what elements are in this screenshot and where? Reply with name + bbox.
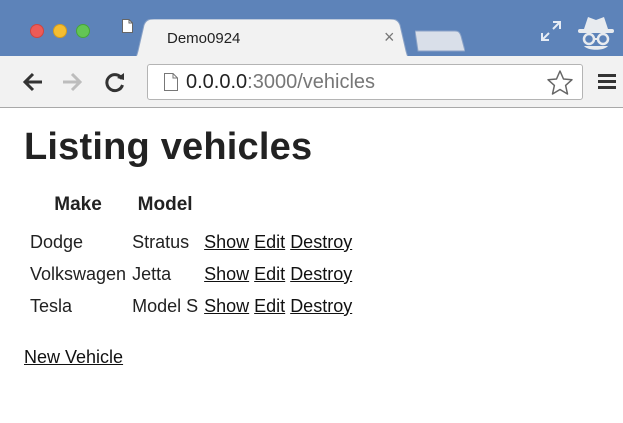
new-vehicle-link[interactable]: New Vehicle (24, 347, 123, 368)
browser-titlebar: Demo0924 × (0, 0, 623, 65)
edit-link[interactable]: Edit (254, 296, 285, 316)
cell-actions: Show Edit Destroy (201, 226, 360, 258)
destroy-link[interactable]: Destroy (290, 264, 352, 284)
reload-icon[interactable] (104, 71, 126, 93)
cell-actions: Show Edit Destroy (201, 290, 360, 322)
table-header-row: Make Model (27, 192, 360, 226)
forward-icon[interactable] (61, 71, 83, 93)
page-icon (164, 73, 178, 91)
fullscreen-icon[interactable] (540, 20, 562, 42)
minimize-window-icon[interactable] (53, 24, 67, 38)
column-header-actions (201, 192, 360, 226)
cell-actions: Show Edit Destroy (201, 258, 360, 290)
cell-model: Model S (132, 295, 199, 316)
incognito-icon (578, 17, 614, 50)
new-tab-button[interactable] (415, 30, 465, 52)
column-header-make: Make (54, 194, 102, 215)
table-row: Volkswagen Jetta Show Edit Destroy (27, 258, 360, 290)
page-icon (122, 19, 133, 33)
column-header-model: Model (137, 194, 193, 215)
cell-make: Dodge (30, 231, 84, 252)
edit-link[interactable]: Edit (254, 232, 285, 252)
tab-close-button[interactable]: × (384, 28, 395, 46)
cell-model: Stratus (132, 231, 190, 252)
show-link[interactable]: Show (204, 296, 249, 316)
maximize-window-icon[interactable] (76, 24, 90, 38)
edit-link[interactable]: Edit (254, 264, 285, 284)
address-bar[interactable]: 0.0.0.0:3000/vehicles (147, 64, 583, 100)
destroy-link[interactable]: Destroy (290, 296, 352, 316)
show-link[interactable]: Show (204, 232, 249, 252)
table-row: Tesla Model S Show Edit Destroy (27, 290, 360, 322)
menu-icon[interactable] (597, 71, 617, 91)
page-title: Listing vehicles (24, 126, 313, 168)
vehicles-table: Make Model Dodge Stratus Show Edit Destroy… (27, 192, 360, 322)
show-link[interactable]: Show (204, 264, 249, 284)
browser-toolbar: 0.0.0.0:3000/vehicles (0, 56, 623, 108)
star-icon[interactable] (546, 69, 574, 97)
close-window-icon[interactable] (30, 24, 44, 38)
back-icon[interactable] (22, 71, 44, 93)
table-row: Dodge Stratus Show Edit Destroy (27, 226, 360, 258)
destroy-link[interactable]: Destroy (290, 232, 352, 252)
tab-title: Demo0924 (167, 30, 241, 47)
cell-model: Jetta (132, 263, 172, 284)
url-text[interactable]: 0.0.0.0:3000/vehicles (186, 71, 375, 93)
cell-make: Volkswagen (30, 263, 127, 284)
page-content: Listing vehicles (24, 126, 312, 169)
cell-make: Tesla (30, 295, 73, 316)
